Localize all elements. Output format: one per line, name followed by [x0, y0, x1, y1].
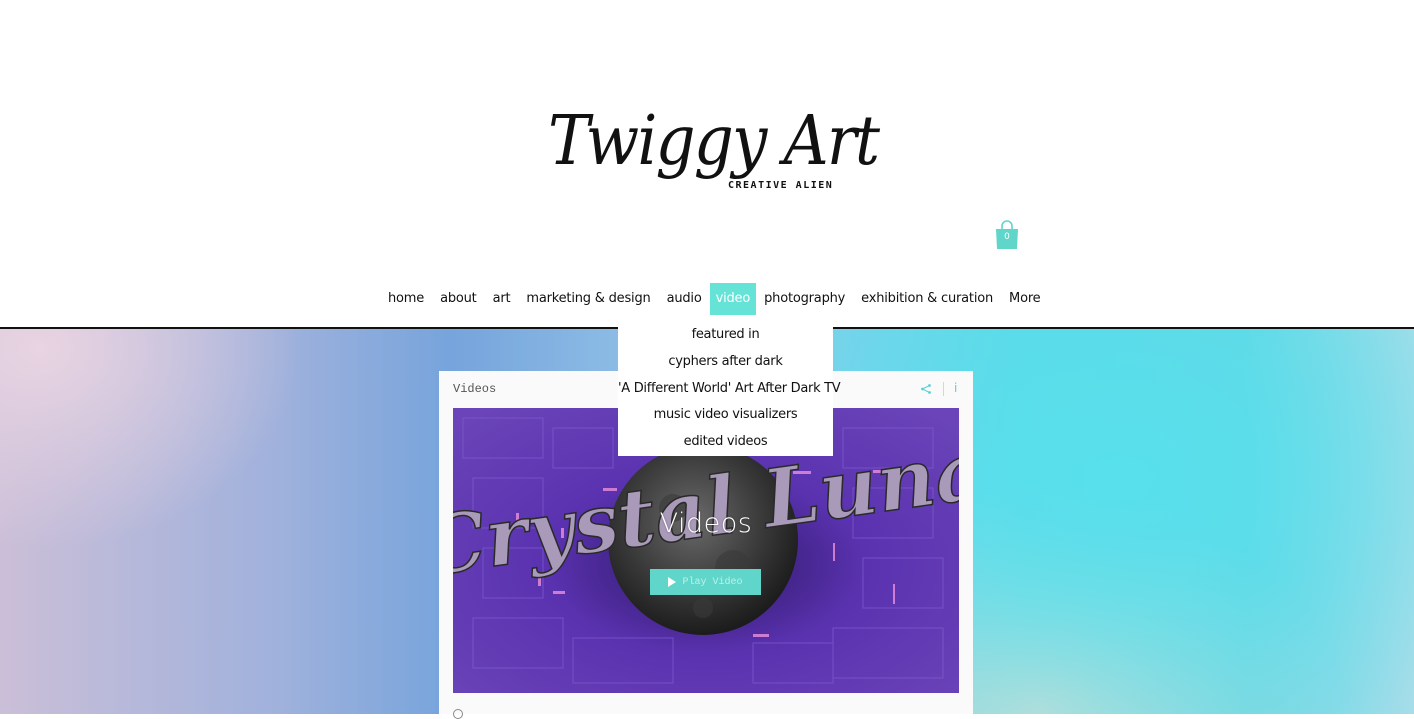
play-video-button[interactable]: Play Video [650, 569, 761, 595]
submenu-item-featured-in[interactable]: featured in [618, 322, 833, 349]
nav-item-art[interactable]: art [485, 283, 519, 315]
nav-item-about[interactable]: about [432, 283, 485, 315]
nav-item-exhibition-curation[interactable]: exhibition & curation [853, 283, 1001, 315]
submenu-item-cyphers-after-dark[interactable]: cyphers after dark [618, 349, 833, 376]
nav-item-audio[interactable]: audio [659, 283, 710, 315]
nav-item-more[interactable]: More [1001, 283, 1048, 315]
cart-count: 0 [1004, 232, 1010, 242]
cart-button[interactable]: 0 [994, 220, 1020, 250]
nav-item-marketing-design[interactable]: marketing & design [518, 283, 658, 315]
nav-item-home[interactable]: home [380, 283, 432, 315]
submenu-item-edited-videos[interactable]: edited videos [618, 429, 833, 456]
play-video-label: Play Video [682, 576, 743, 588]
info-icon[interactable]: i [954, 381, 957, 395]
logo-tagline: CREATIVE ALIEN [728, 180, 834, 191]
site-header: Twiggy Art CREATIVE ALIEN 0 home about a… [0, 0, 1414, 328]
video-submenu-dropdown: featured in cyphers after dark 'A Differ… [618, 322, 841, 456]
gallery-title: Videos [453, 382, 497, 396]
site-logo[interactable]: Twiggy Art CREATIVE ALIEN [540, 92, 880, 202]
main-nav: home about art marketing & design audio … [380, 283, 1048, 315]
nav-item-photography[interactable]: photography [756, 283, 853, 315]
footer-icon [453, 709, 463, 719]
video-caption: Videos [659, 508, 753, 539]
submenu-item-art-after-dark-tv[interactable]: 'A Different World' Art After Dark TV [618, 376, 841, 403]
logo-script-text: Twiggy Art [548, 102, 880, 181]
toolbar-separator [943, 382, 944, 396]
submenu-item-music-video-visualizers[interactable]: music video visualizers [618, 402, 833, 429]
nav-item-video[interactable]: video [709, 283, 757, 315]
share-icon[interactable] [920, 383, 932, 395]
play-icon [668, 577, 677, 587]
